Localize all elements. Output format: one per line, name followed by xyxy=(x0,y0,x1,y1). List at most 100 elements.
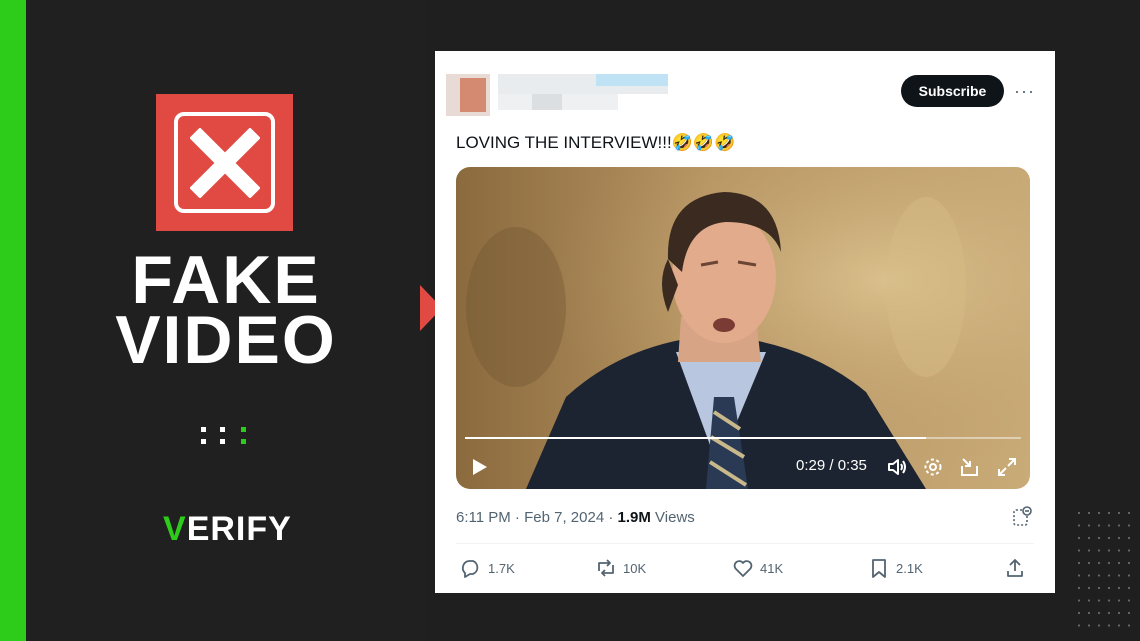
analytics-icon[interactable] xyxy=(1011,506,1033,528)
more-options-icon[interactable]: ··· xyxy=(1014,81,1035,102)
grid-dot xyxy=(1107,599,1111,602)
share-button[interactable] xyxy=(1004,556,1026,580)
grid-dot xyxy=(1087,599,1091,602)
grid-dot xyxy=(1077,549,1081,552)
grid-dot xyxy=(1087,511,1091,515)
grid-dot xyxy=(1087,624,1091,627)
grid-dot xyxy=(1077,536,1081,540)
grid-dot xyxy=(1117,586,1121,590)
grid-dot xyxy=(1097,624,1101,627)
grid-dot xyxy=(1127,599,1131,602)
divider xyxy=(456,543,1034,544)
grid-dot xyxy=(1087,561,1091,565)
subscribe-button[interactable]: Subscribe xyxy=(901,75,1004,107)
volume-icon[interactable] xyxy=(886,456,908,478)
gear-icon[interactable] xyxy=(922,456,944,478)
grid-dot xyxy=(1097,586,1101,590)
pip-icon[interactable] xyxy=(959,456,981,478)
grid-dot xyxy=(1097,549,1101,552)
reply-icon xyxy=(461,560,479,578)
like-count: 41K xyxy=(760,560,784,576)
grid-dot xyxy=(1097,524,1101,527)
verify-graphic: FAKE VIDEO VERIFY Subscribe ··· LOVING T… xyxy=(0,0,1140,641)
grid-dot xyxy=(1107,561,1111,565)
views-count: 1.9M xyxy=(617,509,651,526)
grid-dot xyxy=(1077,624,1081,627)
grid-dot xyxy=(1087,611,1091,615)
brand-accent-bar xyxy=(0,0,26,641)
grid-dot xyxy=(1097,599,1101,602)
verdict-line-2: VIDEO xyxy=(115,302,337,378)
grid-dot xyxy=(1107,624,1111,627)
grid-dot xyxy=(1127,536,1131,540)
verify-logo-text: ERIFY xyxy=(186,510,292,548)
meta-separator: · xyxy=(514,509,520,526)
grid-dot xyxy=(1107,536,1111,540)
grid-dot xyxy=(1127,586,1131,590)
video-player[interactable]: 0:29 / 0:35 xyxy=(456,167,1030,489)
grid-dot xyxy=(1127,561,1131,565)
grid-dot xyxy=(1077,611,1081,615)
repost-button[interactable]: 10K xyxy=(595,556,646,580)
grid-dot xyxy=(1087,574,1091,577)
grid-dot xyxy=(1117,611,1121,615)
x-mark-icon xyxy=(189,127,260,198)
decorative-dots xyxy=(201,427,251,447)
grid-dot xyxy=(1117,624,1121,627)
bookmark-button[interactable]: 2.1K xyxy=(868,556,923,580)
grid-dot xyxy=(1107,574,1111,577)
grid-dot xyxy=(1127,549,1131,552)
grid-dot xyxy=(1117,524,1121,527)
grid-dot xyxy=(1087,549,1091,552)
grid-dot xyxy=(1107,511,1111,515)
verify-logo: VERIFY xyxy=(163,510,292,549)
heart-icon xyxy=(733,560,753,577)
grid-dot xyxy=(1097,574,1101,577)
grid-dot xyxy=(1097,611,1101,615)
grid-dot xyxy=(1077,586,1081,590)
video-controls: 0:29 / 0:35 xyxy=(456,429,1030,489)
like-button[interactable]: 41K xyxy=(732,556,783,580)
tweet-meta: 6:11 PM · Feb 7, 2024 · 1.9M Views xyxy=(456,509,695,526)
share-icon xyxy=(1007,559,1023,577)
grid-dot xyxy=(1077,511,1081,515)
blurred-user-info xyxy=(446,74,668,116)
grid-dot xyxy=(1117,599,1121,602)
fullscreen-icon[interactable] xyxy=(996,456,1018,478)
video-progress-bar[interactable] xyxy=(465,437,1021,439)
play-icon[interactable] xyxy=(469,457,489,477)
grid-dot xyxy=(1117,536,1121,540)
grid-dot xyxy=(1097,561,1101,565)
grid-dot xyxy=(1117,511,1121,515)
grid-dot xyxy=(1127,524,1131,527)
grid-dot xyxy=(1107,611,1111,615)
reply-count: 1.7K xyxy=(488,560,515,576)
bookmark-icon xyxy=(872,559,886,578)
grid-dot xyxy=(1087,524,1091,527)
video-progress-fill xyxy=(465,437,927,439)
grid-dot xyxy=(1127,511,1131,515)
fake-x-icon xyxy=(156,94,293,231)
grid-dot xyxy=(1077,524,1081,527)
repost-icon xyxy=(598,559,614,577)
grid-dot xyxy=(1107,586,1111,590)
grid-dot xyxy=(1127,574,1131,577)
views-label: Views xyxy=(655,509,695,526)
verify-logo-check: V xyxy=(163,510,187,548)
grid-dot xyxy=(1127,611,1131,615)
grid-dot xyxy=(1117,574,1121,577)
grid-dot xyxy=(1087,586,1091,590)
tweet-time[interactable]: 6:11 PM xyxy=(456,509,511,526)
tweet-date[interactable]: Feb 7, 2024 xyxy=(524,509,604,526)
grid-dot xyxy=(1107,549,1111,552)
grid-dot xyxy=(1127,624,1131,627)
fake-x-icon-frame xyxy=(174,112,275,213)
reply-button[interactable]: 1.7K xyxy=(460,556,515,580)
grid-dot xyxy=(1077,561,1081,565)
decorative-dot-grid xyxy=(1077,511,1131,627)
grid-dot xyxy=(1077,599,1081,602)
bookmark-count: 2.1K xyxy=(896,560,923,576)
repost-count: 10K xyxy=(623,560,647,576)
grid-dot xyxy=(1107,524,1111,527)
grid-dot xyxy=(1117,549,1121,552)
